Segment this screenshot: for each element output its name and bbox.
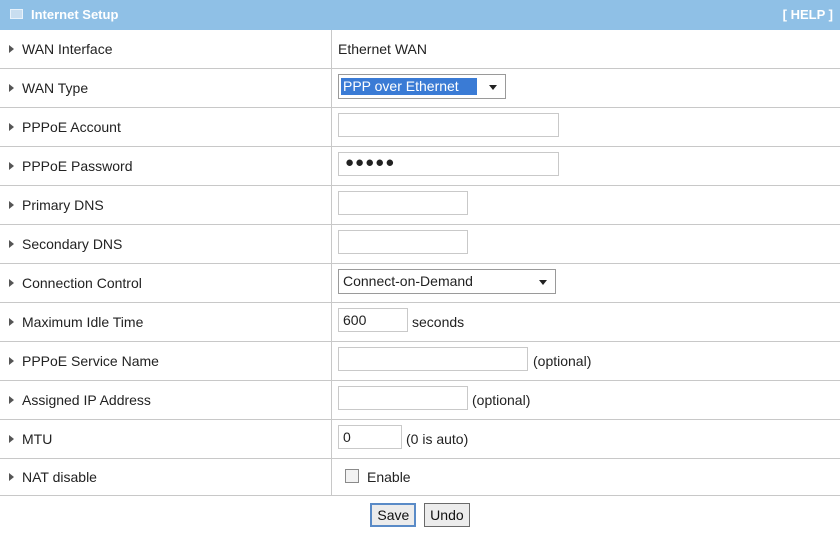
wan-type-select[interactable]: PPP over Ethernet bbox=[338, 74, 506, 99]
label-cell: PPPoE Account bbox=[0, 108, 332, 146]
nat-enable-label: Enable bbox=[367, 469, 411, 485]
service-name-suffix: (optional) bbox=[533, 353, 592, 369]
label-cell: Maximum Idle Time bbox=[0, 303, 332, 341]
bullet-arrow-icon bbox=[9, 318, 14, 326]
label-cell: Assigned IP Address bbox=[0, 381, 332, 419]
primary-dns-input[interactable] bbox=[338, 191, 468, 215]
bullet-arrow-icon bbox=[9, 473, 14, 481]
row-connection-control: Connection Control Connect-on-Demand bbox=[0, 264, 840, 303]
bullet-arrow-icon bbox=[9, 162, 14, 170]
value-cell bbox=[338, 225, 840, 263]
row-wan-interface: WAN Interface Ethernet WAN bbox=[0, 30, 840, 69]
bullet-arrow-icon bbox=[9, 123, 14, 131]
value-cell: (optional) bbox=[338, 342, 840, 380]
wan-type-selected: PPP over Ethernet bbox=[341, 78, 477, 95]
mtu-label: MTU bbox=[22, 431, 53, 447]
settings-table: WAN Interface Ethernet WAN WAN Type PPP … bbox=[0, 30, 840, 496]
assigned-ip-label: Assigned IP Address bbox=[22, 392, 151, 408]
bullet-arrow-icon bbox=[9, 396, 14, 404]
row-mtu: MTU 0 (0 is auto) bbox=[0, 420, 840, 459]
pppoe-password-input[interactable]: ●●●●● bbox=[338, 152, 559, 176]
row-nat-disable: NAT disable Enable bbox=[0, 459, 840, 496]
row-assigned-ip: Assigned IP Address (optional) bbox=[0, 381, 840, 420]
wan-interface-value: Ethernet WAN bbox=[338, 41, 427, 57]
label-cell: WAN Type bbox=[0, 69, 332, 107]
value-cell: Connect-on-Demand bbox=[338, 264, 840, 302]
value-cell: Enable bbox=[338, 459, 840, 495]
wan-type-label: WAN Type bbox=[22, 80, 89, 96]
value-cell: 600 seconds bbox=[338, 303, 840, 341]
bullet-arrow-icon bbox=[9, 279, 14, 287]
chevron-down-icon[interactable] bbox=[539, 280, 547, 285]
assigned-ip-input[interactable] bbox=[338, 386, 468, 410]
panel-icon bbox=[10, 9, 23, 19]
secondary-dns-input[interactable] bbox=[338, 230, 468, 254]
wan-interface-label: WAN Interface bbox=[22, 41, 113, 57]
pppoe-account-label: PPPoE Account bbox=[22, 119, 121, 135]
service-name-label: PPPoE Service Name bbox=[22, 353, 159, 369]
value-cell: 0 (0 is auto) bbox=[338, 420, 840, 458]
label-cell: PPPoE Service Name bbox=[0, 342, 332, 380]
label-cell: Secondary DNS bbox=[0, 225, 332, 263]
value-cell: (optional) bbox=[338, 381, 840, 419]
row-pppoe-password: PPPoE Password ●●●●● bbox=[0, 147, 840, 186]
label-cell: WAN Interface bbox=[0, 30, 332, 68]
row-wan-type: WAN Type PPP over Ethernet bbox=[0, 69, 840, 108]
help-link[interactable]: [ HELP ] bbox=[783, 7, 833, 22]
bullet-arrow-icon bbox=[9, 201, 14, 209]
nat-enable-checkbox[interactable] bbox=[345, 469, 359, 483]
row-secondary-dns: Secondary DNS bbox=[0, 225, 840, 264]
primary-dns-label: Primary DNS bbox=[22, 197, 104, 213]
button-bar: Save Undo bbox=[0, 503, 840, 527]
row-max-idle: Maximum Idle Time 600 seconds bbox=[0, 303, 840, 342]
service-name-input[interactable] bbox=[338, 347, 528, 371]
pppoe-password-label: PPPoE Password bbox=[22, 158, 133, 174]
mtu-suffix: (0 is auto) bbox=[406, 431, 469, 447]
bullet-arrow-icon bbox=[9, 84, 14, 92]
label-cell: Primary DNS bbox=[0, 186, 332, 224]
bullet-arrow-icon bbox=[9, 357, 14, 365]
label-cell: NAT disable bbox=[0, 459, 332, 495]
connection-control-selected: Connect-on-Demand bbox=[343, 273, 473, 289]
pppoe-account-input[interactable] bbox=[338, 113, 559, 137]
value-cell: PPP over Ethernet bbox=[338, 69, 840, 107]
panel-title: Internet Setup bbox=[31, 7, 119, 22]
connection-control-select[interactable]: Connect-on-Demand bbox=[338, 269, 556, 294]
max-idle-suffix: seconds bbox=[412, 314, 465, 330]
nat-disable-label: NAT disable bbox=[22, 469, 97, 485]
label-cell: Connection Control bbox=[0, 264, 332, 302]
password-mask: ●●●●● bbox=[345, 154, 396, 171]
label-cell: PPPoE Password bbox=[0, 147, 332, 185]
row-service-name: PPPoE Service Name (optional) bbox=[0, 342, 840, 381]
value-cell: ●●●●● bbox=[338, 147, 840, 185]
max-idle-input[interactable]: 600 bbox=[338, 308, 408, 332]
bullet-arrow-icon bbox=[9, 240, 14, 248]
chevron-down-icon[interactable] bbox=[489, 85, 497, 90]
assigned-ip-suffix: (optional) bbox=[472, 392, 531, 408]
bullet-arrow-icon bbox=[9, 435, 14, 443]
row-pppoe-account: PPPoE Account bbox=[0, 108, 840, 147]
panel-header: Internet Setup [ HELP ] bbox=[0, 0, 840, 30]
value-cell: Ethernet WAN bbox=[338, 30, 840, 68]
label-cell: MTU bbox=[0, 420, 332, 458]
mtu-input[interactable]: 0 bbox=[338, 425, 402, 449]
save-button[interactable]: Save bbox=[370, 503, 417, 527]
value-cell bbox=[338, 186, 840, 224]
value-cell bbox=[338, 108, 840, 146]
undo-button[interactable]: Undo bbox=[424, 503, 470, 527]
max-idle-label: Maximum Idle Time bbox=[22, 314, 144, 330]
row-primary-dns: Primary DNS bbox=[0, 186, 840, 225]
secondary-dns-label: Secondary DNS bbox=[22, 236, 123, 252]
connection-control-label: Connection Control bbox=[22, 275, 142, 291]
bullet-arrow-icon bbox=[9, 45, 14, 53]
